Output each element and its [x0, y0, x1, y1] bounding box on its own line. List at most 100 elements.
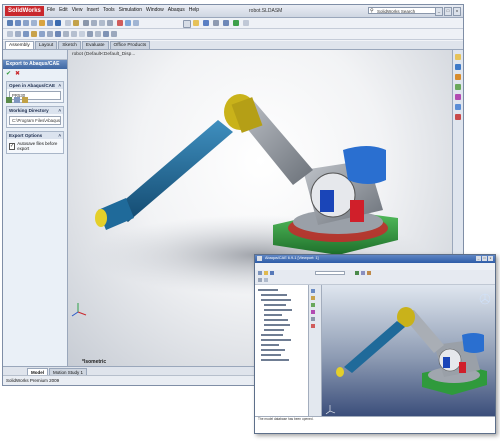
- pan-view-icon[interactable]: [361, 271, 365, 275]
- red-block[interactable]: [350, 200, 364, 222]
- save-icon[interactable]: [270, 271, 274, 275]
- resources-icon[interactable]: [455, 54, 461, 60]
- collapse-icon[interactable]: ˄: [58, 82, 61, 89]
- menu-abaqus[interactable]: Abaqus: [168, 7, 185, 13]
- ab-forearm[interactable]: [344, 321, 405, 373]
- abaqus-minimize-button[interactable]: _: [476, 256, 481, 261]
- tab-sketch[interactable]: Sketch: [58, 41, 81, 49]
- print-preview-icon[interactable]: [213, 20, 219, 26]
- solidworks-logo[interactable]: SolidWorks: [5, 6, 44, 16]
- configuration-manager-icon[interactable]: [22, 97, 28, 103]
- zoom-in-icon[interactable]: [23, 20, 29, 26]
- tab-layout[interactable]: Layout: [34, 41, 58, 49]
- open-icon[interactable]: [193, 20, 199, 26]
- zoom-area-icon[interactable]: [15, 20, 21, 26]
- view-settings-icon[interactable]: [107, 20, 113, 26]
- group-export-options-header[interactable]: Export Options ˄: [7, 132, 63, 139]
- tab-office-products[interactable]: Office Products: [109, 41, 151, 49]
- rotate-view-icon[interactable]: [355, 271, 359, 275]
- menu-insert[interactable]: Insert: [86, 7, 99, 13]
- create-part-icon[interactable]: [311, 289, 315, 293]
- rotate-icon[interactable]: [31, 20, 37, 26]
- view-palette-icon[interactable]: [455, 94, 461, 100]
- checkbox-box[interactable]: ✓: [9, 142, 16, 150]
- blue-block[interactable]: [320, 190, 334, 212]
- partition-icon[interactable]: [311, 296, 315, 300]
- undo-icon[interactable]: [223, 20, 229, 26]
- abaqus-maximize-button[interactable]: □: [482, 256, 487, 261]
- bill-of-materials-icon[interactable]: [79, 31, 85, 37]
- group-working-directory-header[interactable]: Working Directory ˄: [7, 107, 63, 114]
- working-directory-field[interactable]: C:\Program Files\Abaqus\SolidW: [9, 116, 61, 125]
- menu-tools[interactable]: Tools: [103, 7, 115, 13]
- pan-icon[interactable]: [39, 20, 45, 26]
- menu-simulation[interactable]: Simulation: [119, 7, 142, 13]
- abaqus-close-button[interactable]: x: [488, 256, 493, 261]
- menu-edit[interactable]: Edit: [59, 7, 68, 13]
- menu-window[interactable]: Window: [146, 7, 164, 13]
- mate-icon[interactable]: [15, 31, 21, 37]
- abaqus-robot-model[interactable]: [322, 285, 495, 417]
- design-library-icon[interactable]: [455, 64, 461, 70]
- property-manager-icon[interactable]: [14, 97, 20, 103]
- model-tab-icon[interactable]: [258, 278, 262, 282]
- results-tab-icon[interactable]: [264, 278, 268, 282]
- collapse-icon[interactable]: ˄: [58, 132, 61, 139]
- show-hidden-icon[interactable]: [47, 31, 53, 37]
- tab-assembly[interactable]: Assembly: [5, 41, 34, 49]
- tool-icon[interactable]: [311, 310, 315, 314]
- ab-red-block[interactable]: [459, 362, 466, 373]
- collapse-icon[interactable]: ˄: [58, 107, 61, 114]
- hole-alignment-icon[interactable]: [111, 31, 117, 37]
- group-open-in-header[interactable]: Open in Abaqus/CAE ˄: [7, 82, 63, 89]
- ab-motor[interactable]: [462, 333, 484, 353]
- maximize-button[interactable]: □: [444, 7, 452, 16]
- insert-components-icon[interactable]: [7, 31, 13, 37]
- close-button[interactable]: x: [453, 7, 461, 16]
- cancel-button[interactable]: ✖: [15, 70, 20, 77]
- custom-properties-icon[interactable]: [455, 114, 461, 120]
- appearance-icon[interactable]: [73, 20, 79, 26]
- reference-geometry-icon[interactable]: [63, 31, 69, 37]
- ab-end-effector[interactable]: [336, 367, 344, 377]
- autosave-checkbox[interactable]: ✓ Autosave files before export: [9, 141, 61, 151]
- print-icon[interactable]: [133, 20, 139, 26]
- clearance-icon[interactable]: [103, 31, 109, 37]
- module-select[interactable]: [315, 271, 345, 275]
- feature-tree-icon[interactable]: [6, 97, 12, 103]
- edit-appearance-icon[interactable]: [91, 20, 97, 26]
- ok-button[interactable]: ✔: [6, 70, 11, 77]
- select-icon[interactable]: [233, 20, 239, 26]
- rebuild-toolbar-icon[interactable]: [243, 20, 249, 26]
- minimize-button[interactable]: _: [435, 7, 443, 16]
- new-model-icon[interactable]: [258, 271, 262, 275]
- appearances-icon[interactable]: [455, 104, 461, 110]
- ab-blue-block[interactable]: [443, 357, 450, 368]
- query-icon[interactable]: [311, 317, 315, 321]
- datum-icon[interactable]: [311, 303, 315, 307]
- menu-help[interactable]: Help: [189, 7, 199, 13]
- rebuild-icon[interactable]: [117, 20, 123, 26]
- menu-view[interactable]: View: [72, 7, 83, 13]
- save-icon[interactable]: [203, 20, 209, 26]
- abaqus-model-tree[interactable]: [255, 285, 309, 417]
- display-style-icon[interactable]: [55, 20, 61, 26]
- forearm[interactable]: [113, 120, 233, 222]
- zoom-fit-icon[interactable]: [7, 20, 13, 26]
- view-orientation-icon[interactable]: [47, 20, 53, 26]
- delete-icon[interactable]: [311, 324, 315, 328]
- smart-fasteners-icon[interactable]: [31, 31, 37, 37]
- interference-detection-icon[interactable]: [95, 31, 101, 37]
- new-motion-study-icon[interactable]: [71, 31, 77, 37]
- search-results-icon[interactable]: [455, 84, 461, 90]
- file-explorer-icon[interactable]: [455, 74, 461, 80]
- move-component-icon[interactable]: [39, 31, 45, 37]
- abaqus-viewport[interactable]: [322, 285, 495, 417]
- scene-icon[interactable]: [99, 20, 105, 26]
- linear-pattern-icon[interactable]: [23, 31, 29, 37]
- options-icon[interactable]: [125, 20, 131, 26]
- motor[interactable]: [343, 146, 386, 184]
- exploded-view-icon[interactable]: [87, 31, 93, 37]
- new-icon[interactable]: [183, 20, 191, 28]
- search-input[interactable]: ⚲ SolidWorks Search: [368, 7, 438, 14]
